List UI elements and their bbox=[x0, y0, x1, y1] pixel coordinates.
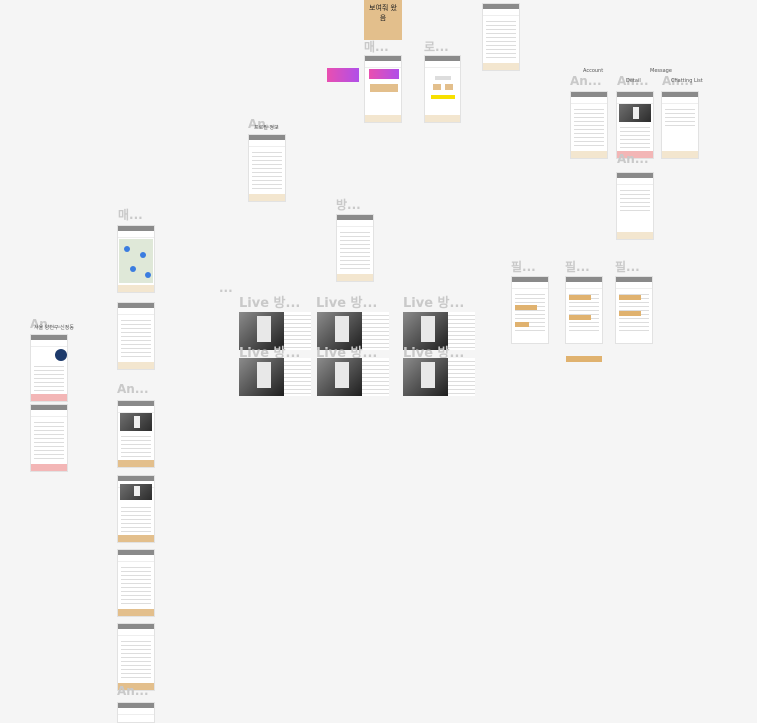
screen-home-left-2[interactable] bbox=[30, 404, 68, 472]
screen-detail-col-1[interactable] bbox=[117, 400, 155, 468]
screen-detail-col-2[interactable] bbox=[117, 475, 155, 543]
label-profile-info: 프로필 정보 bbox=[254, 125, 279, 131]
screen-map[interactable] bbox=[117, 225, 155, 293]
screen-account[interactable] bbox=[570, 91, 608, 159]
screen-chatting-list[interactable] bbox=[661, 91, 699, 159]
frame-label-ellipsis: ... bbox=[219, 281, 233, 295]
frame-label-mae-left: 매... bbox=[118, 208, 143, 222]
label-address: 서울 양천구 신정동 bbox=[34, 325, 74, 331]
screen-detail-col-3[interactable] bbox=[117, 549, 155, 617]
promo-banner[interactable] bbox=[327, 68, 359, 82]
header-card-text: 보여줘 왔음 bbox=[369, 4, 397, 22]
screen-login[interactable] bbox=[424, 55, 461, 123]
filter-chip-row[interactable] bbox=[566, 356, 602, 362]
screen-map-list[interactable] bbox=[117, 302, 155, 370]
screen-mae-top[interactable] bbox=[364, 55, 402, 123]
frame-label-an-main: An... bbox=[570, 74, 602, 88]
frame-label-mae-top: 매... bbox=[364, 40, 389, 54]
screen-chat-detail[interactable] bbox=[616, 172, 654, 240]
frame-label-login: 로... bbox=[424, 40, 449, 54]
screen-filter-2[interactable] bbox=[565, 276, 603, 344]
screen-detail[interactable] bbox=[616, 91, 654, 159]
frame-label-an-sub: An... bbox=[617, 152, 649, 166]
screen-bottom[interactable] bbox=[117, 702, 155, 723]
frame-label-live-2: Live 방... bbox=[316, 296, 378, 311]
label-chatting-list: Chatting List bbox=[671, 78, 703, 84]
frame-label-filter-2: 필... bbox=[565, 260, 590, 274]
screen-room-list[interactable] bbox=[336, 214, 374, 282]
frame-label-live-1: Live 방... bbox=[239, 296, 301, 311]
frame-label-filter-3: 필... bbox=[615, 260, 640, 274]
screen-filter-3[interactable] bbox=[615, 276, 653, 344]
screen-top-right[interactable] bbox=[482, 3, 520, 71]
frame-label-an-left-2: An... bbox=[117, 382, 149, 396]
frame-label-an-bottom: An... bbox=[117, 684, 149, 698]
live-card-5[interactable] bbox=[317, 358, 389, 396]
frame-label-filter-1: 필... bbox=[511, 260, 536, 274]
header-card-frame[interactable]: 보여줘 왔음 bbox=[364, 0, 402, 40]
live-card-4[interactable] bbox=[239, 358, 311, 396]
screen-profile-list[interactable] bbox=[248, 134, 286, 202]
screen-detail-col-4[interactable] bbox=[117, 623, 155, 691]
frame-label-live-3: Live 방... bbox=[403, 296, 465, 311]
live-card-6[interactable] bbox=[403, 358, 475, 396]
screen-home-left[interactable] bbox=[30, 334, 68, 402]
frame-label-room: 방... bbox=[336, 198, 361, 212]
label-detail: Detail bbox=[626, 78, 641, 84]
screen-filter-1[interactable] bbox=[511, 276, 549, 344]
